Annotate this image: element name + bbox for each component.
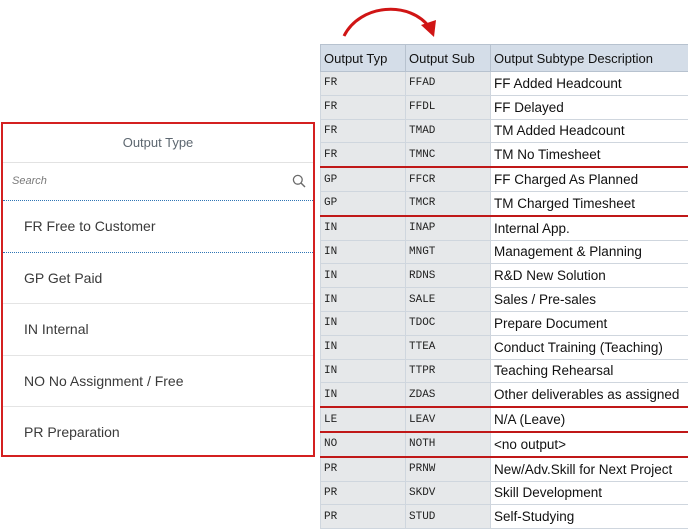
cell-output-sub: SALE [406,288,491,312]
cell-description: <no output> [491,432,688,457]
table-row[interactable]: NO NOTH <no output> [321,432,688,457]
cell-output-sub: FFAD [406,72,491,96]
table-row[interactable]: FR FFDL FF Delayed [321,95,688,119]
cell-output-sub: SKDV [406,481,491,505]
cell-output-sub: NOTH [406,432,491,457]
search-input[interactable] [12,171,282,191]
cell-output-sub: RDNS [406,264,491,288]
cell-output-type: GP [321,191,406,215]
table-header-row: Output Typ Output Sub Output Subtype Des… [321,45,688,72]
output-subtype-table-wrap: Output Typ Output Sub Output Subtype Des… [320,44,688,529]
list-item-pr[interactable]: PR Preparation [3,407,313,459]
table-row[interactable]: IN SALE Sales / Pre-sales [321,288,688,312]
table-row[interactable]: IN ZDAS Other deliverables as assigned [321,383,688,407]
cell-description: Prepare Document [491,311,688,335]
cell-output-type: IN [321,216,406,240]
cell-output-sub: TMAD [406,119,491,143]
cell-output-type: FR [321,72,406,96]
cell-output-sub: TMCR [406,191,491,215]
cell-description: N/A (Leave) [491,407,688,432]
list-item-fr[interactable]: FR Free to Customer [3,201,313,253]
cell-description: TM Charged Timesheet [491,191,688,215]
list-item-gp[interactable]: GP Get Paid [3,253,313,305]
cell-description: TM No Timesheet [491,143,688,167]
cell-output-type: IN [321,288,406,312]
cell-output-type: PR [321,481,406,505]
cell-description: Internal App. [491,216,688,240]
cell-output-sub: PRNW [406,457,491,481]
cell-output-type: IN [321,311,406,335]
cell-description: Skill Development [491,481,688,505]
cell-output-sub: TDOC [406,311,491,335]
cell-description: FF Added Headcount [491,72,688,96]
table-row[interactable]: IN INAP Internal App. [321,216,688,240]
cell-description: Self-Studying [491,505,688,529]
cell-output-type: IN [321,240,406,264]
search-icon[interactable] [292,174,306,188]
cell-output-sub: TMNC [406,143,491,167]
cell-description: Management & Planning [491,240,688,264]
list-item-in[interactable]: IN Internal [3,304,313,356]
cell-output-type: IN [321,383,406,407]
cell-description: Teaching Rehearsal [491,359,688,383]
cell-description: FF Delayed [491,95,688,119]
cell-output-sub: MNGT [406,240,491,264]
cell-output-type: FR [321,143,406,167]
cell-description: Other deliverables as assigned [491,383,688,407]
table-row[interactable]: PR STUD Self-Studying [321,505,688,529]
cell-output-sub: STUD [406,505,491,529]
table-row[interactable]: IN RDNS R&D New Solution [321,264,688,288]
output-subtype-table: Output Typ Output Sub Output Subtype Des… [320,44,688,529]
cell-output-type: IN [321,359,406,383]
table-row[interactable]: IN MNGT Management & Planning [321,240,688,264]
cell-output-sub: LEAV [406,407,491,432]
cell-output-type: NO [321,432,406,457]
table-row[interactable]: IN TTPR Teaching Rehearsal [321,359,688,383]
cell-output-type: FR [321,119,406,143]
column-header-description[interactable]: Output Subtype Description [491,45,688,72]
table-row[interactable]: LE LEAV N/A (Leave) [321,407,688,432]
table-row[interactable]: GP TMCR TM Charged Timesheet [321,191,688,215]
cell-output-sub: TTPR [406,359,491,383]
cell-description: Sales / Pre-sales [491,288,688,312]
column-header-output-sub[interactable]: Output Sub [406,45,491,72]
cell-description: Conduct Training (Teaching) [491,335,688,359]
list-item-no[interactable]: NO No Assignment / Free [3,356,313,408]
cell-output-type: LE [321,407,406,432]
cell-output-sub: INAP [406,216,491,240]
cell-output-type: PR [321,505,406,529]
cell-output-type: PR [321,457,406,481]
table-row[interactable]: IN TDOC Prepare Document [321,311,688,335]
search-bar [3,163,313,201]
curved-arrow-icon [330,0,450,46]
cell-description: FF Charged As Planned [491,167,688,191]
column-header-output-type[interactable]: Output Typ [321,45,406,72]
table-row[interactable]: PR PRNW New/Adv.Skill for Next Project [321,457,688,481]
cell-output-type: IN [321,264,406,288]
panel-title: Output Type [3,124,313,163]
cell-output-sub: ZDAS [406,383,491,407]
cell-output-type: GP [321,167,406,191]
table-row[interactable]: PR SKDV Skill Development [321,481,688,505]
cell-output-sub: FFCR [406,167,491,191]
table-row[interactable]: IN TTEA Conduct Training (Teaching) [321,335,688,359]
cell-output-type: FR [321,95,406,119]
cell-output-sub: TTEA [406,335,491,359]
table-row[interactable]: FR TMNC TM No Timesheet [321,143,688,167]
output-type-panel: Output Type FR Free to Customer GP Get P… [1,122,315,457]
table-row[interactable]: FR TMAD TM Added Headcount [321,119,688,143]
table-row[interactable]: FR FFAD FF Added Headcount [321,72,688,96]
cell-description: New/Adv.Skill for Next Project [491,457,688,481]
cell-description: TM Added Headcount [491,119,688,143]
cell-output-sub: FFDL [406,95,491,119]
cell-description: R&D New Solution [491,264,688,288]
table-row[interactable]: GP FFCR FF Charged As Planned [321,167,688,191]
cell-output-type: IN [321,335,406,359]
